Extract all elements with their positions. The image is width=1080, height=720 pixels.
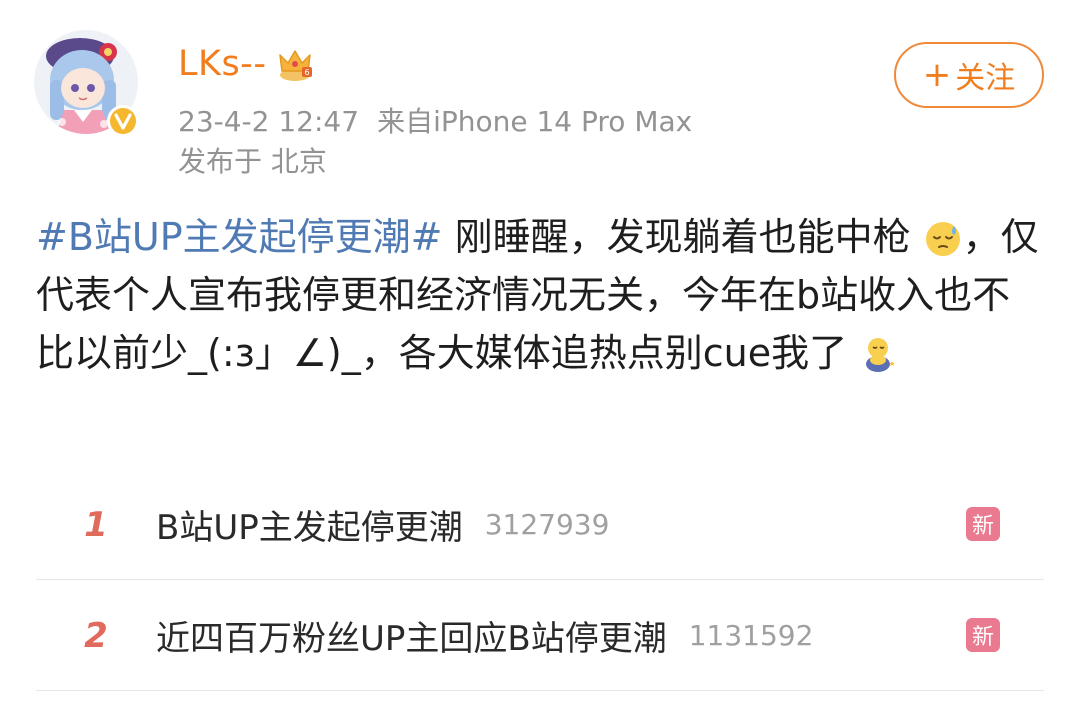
post-location: 发布于 北京 xyxy=(178,145,327,178)
hashtag-link[interactable]: #B站UP主发起停更潮# xyxy=(36,215,442,259)
trending-row[interactable]: 1 B站UP主发起停更潮 3127939 新 xyxy=(36,470,1044,580)
new-badge: 新 xyxy=(966,507,1000,541)
verified-badge-icon xyxy=(107,105,139,137)
follow-label: 关注 xyxy=(955,61,1016,96)
post-meta: 23-4-2 12:47 来自iPhone 14 Pro Max xyxy=(178,100,692,140)
svg-text:6: 6 xyxy=(305,68,310,77)
new-badge: 新 xyxy=(966,618,1000,652)
post-source: 来自iPhone 14 Pro Max xyxy=(377,105,693,138)
trending-count: 3127939 xyxy=(484,508,610,541)
trending-count: 1131592 xyxy=(688,619,814,652)
post-text-part1: 刚睡醒，发现躺着也能中枪 xyxy=(442,215,911,259)
sitting-hugging-emoji-icon xyxy=(866,338,896,372)
trending-rank: 1 xyxy=(84,504,108,545)
trending-title[interactable]: 近四百万粉丝UP主回应B站停更潮 xyxy=(156,611,667,660)
username[interactable]: LKs-- xyxy=(178,44,266,84)
follow-button[interactable]: + 关注 xyxy=(894,42,1044,108)
trending-title[interactable]: B站UP主发起停更潮 xyxy=(156,500,463,549)
plus-icon: + xyxy=(922,55,952,95)
weibo-post-screen: LKs-- 6 23-4-2 12:47 来自iPhone 14 Pro Max … xyxy=(0,0,1080,720)
sleepy-sweat-face-emoji-icon xyxy=(925,222,960,256)
crown-icon[interactable]: 6 xyxy=(274,43,316,85)
username-row: LKs-- 6 xyxy=(178,38,316,90)
trending-row[interactable]: 2 近四百万粉丝UP主回应B站停更潮 1131592 新 xyxy=(36,581,1044,691)
trending-rank: 2 xyxy=(84,615,108,656)
post-timestamp: 23-4-2 12:47 xyxy=(178,105,360,138)
post-body: #B站UP主发起停更潮# 刚睡醒，发现躺着也能中枪 ，仅代表个人宣布我停更和经济… xyxy=(36,208,1046,382)
